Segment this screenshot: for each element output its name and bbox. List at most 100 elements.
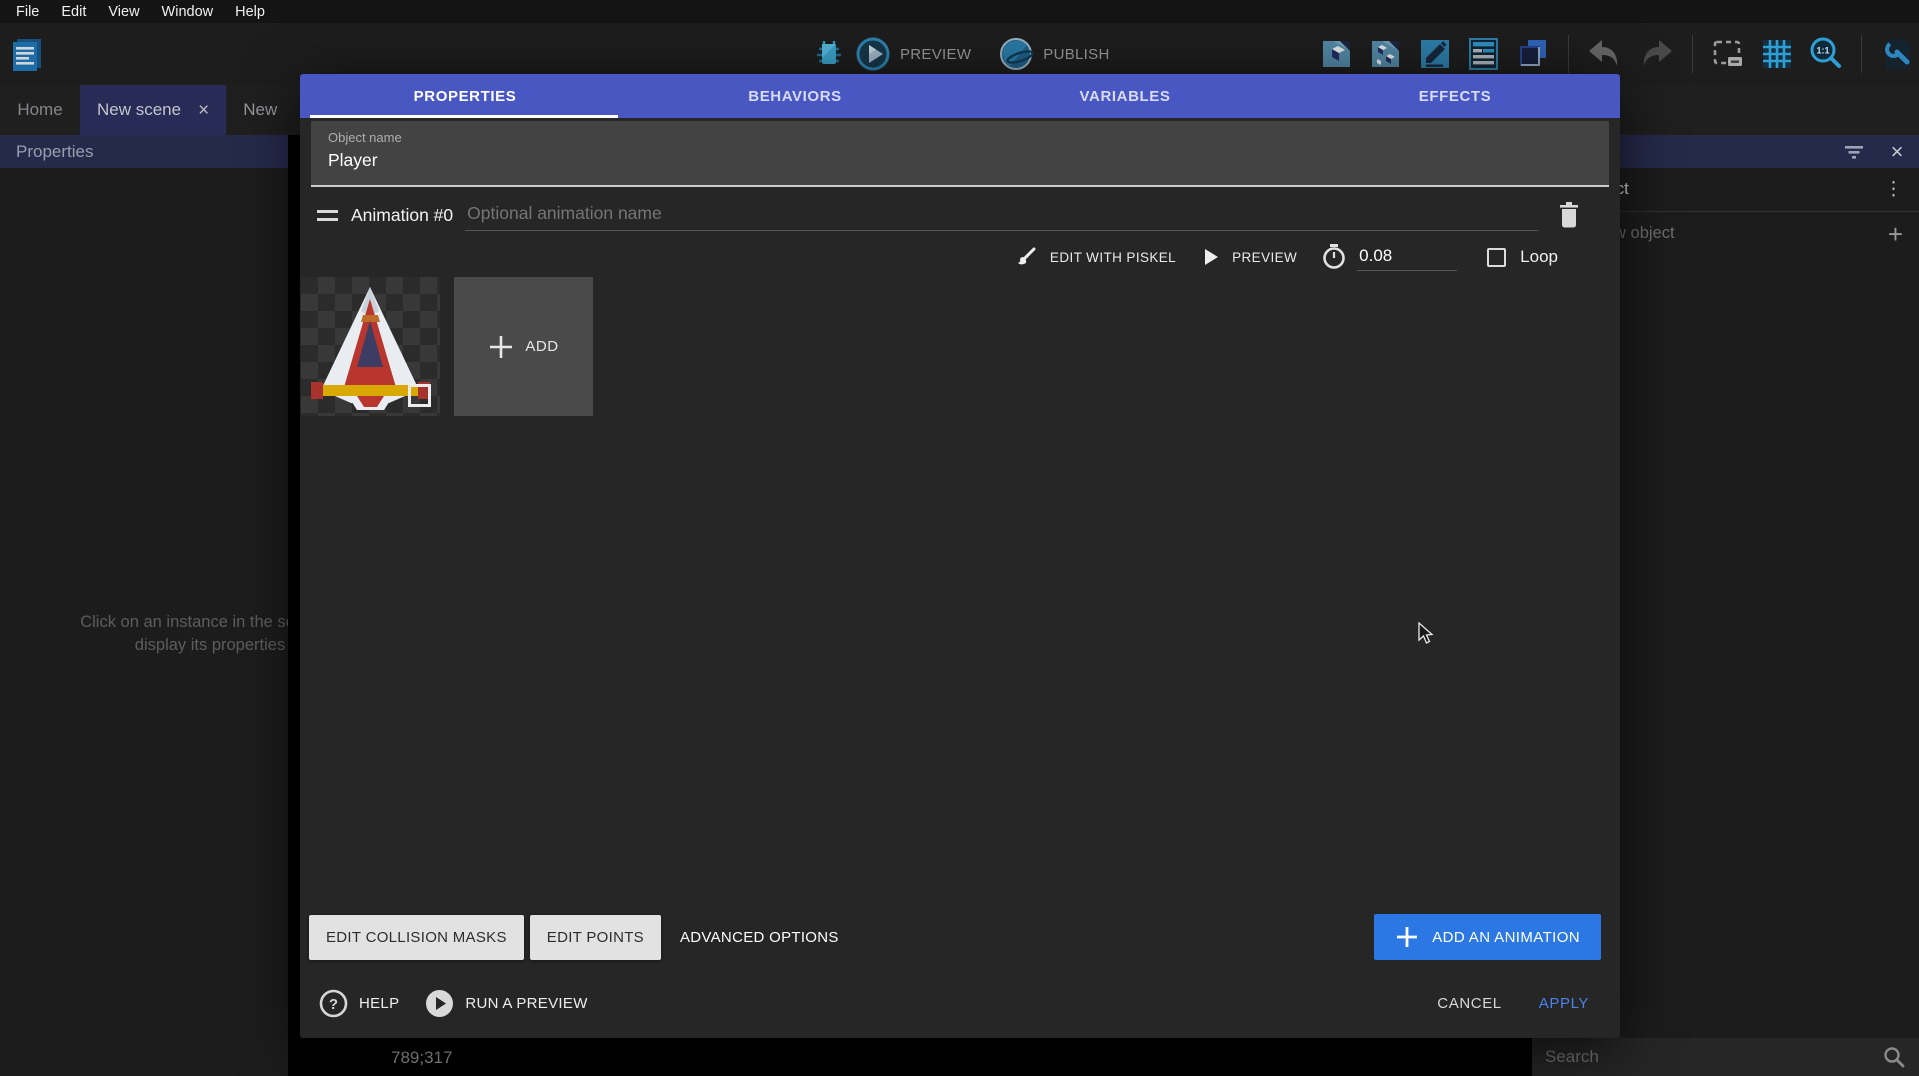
frame-select-checkbox[interactable] bbox=[408, 384, 431, 407]
brush-icon bbox=[1014, 245, 1038, 269]
tab-home-label: Home bbox=[17, 100, 62, 120]
properties-panel-title: Properties bbox=[16, 142, 93, 162]
svg-text:1:1: 1:1 bbox=[1816, 46, 1829, 56]
menu-window[interactable]: Window bbox=[151, 4, 225, 20]
menu-view[interactable]: View bbox=[97, 4, 150, 20]
edit-points-button[interactable]: EDIT POINTS bbox=[530, 915, 661, 960]
tab-partial-label: New bbox=[243, 100, 277, 120]
publish-button[interactable] bbox=[998, 36, 1034, 72]
dialog-actions-row: EDIT COLLISION MASKS EDIT POINTS ADVANCE… bbox=[300, 914, 1620, 960]
undo-button[interactable] bbox=[1586, 38, 1624, 70]
time-between-frames-input[interactable] bbox=[1357, 244, 1457, 271]
objects-search-bar bbox=[1532, 1038, 1919, 1076]
add-an-animation-button[interactable]: ADD AN ANIMATION bbox=[1374, 914, 1601, 960]
objects-panel-button[interactable] bbox=[1319, 36, 1355, 72]
zoom-original-button[interactable]: 1:1 bbox=[1808, 36, 1844, 72]
toolbar-separator bbox=[1692, 35, 1693, 73]
zoom-1-1-icon: 1:1 bbox=[1808, 36, 1844, 72]
help-button[interactable]: ? HELP bbox=[319, 989, 399, 1018]
app-window: File Edit View Window Help bbox=[0, 0, 1919, 1076]
wrench-icon bbox=[1879, 36, 1915, 72]
layers-icon bbox=[1515, 36, 1551, 72]
add-frame-label: ADD bbox=[525, 338, 558, 355]
loop-checkbox[interactable] bbox=[1487, 248, 1506, 267]
redo-icon bbox=[1637, 38, 1675, 70]
sprite-frame-thumbnail[interactable] bbox=[301, 277, 440, 416]
delete-animation-button[interactable] bbox=[1556, 200, 1582, 230]
scene-settings-button[interactable] bbox=[1879, 36, 1915, 72]
kebab-menu-icon[interactable]: ⋮ bbox=[1884, 178, 1903, 201]
tab-effects[interactable]: EFFECTS bbox=[1290, 74, 1620, 118]
events-sheet-button[interactable] bbox=[1466, 36, 1502, 72]
edit-with-piskel-button[interactable]: EDIT WITH PISKEL bbox=[1050, 250, 1176, 265]
tab-properties[interactable]: PROPERTIES bbox=[300, 74, 630, 118]
publish-label[interactable]: PUBLISH bbox=[1043, 46, 1109, 63]
run-a-preview-button[interactable]: RUN A PREVIEW bbox=[425, 989, 587, 1018]
dialog-footer: ? HELP RUN A PREVIEW CANCEL APPLY bbox=[300, 978, 1620, 1028]
grid-button[interactable] bbox=[1759, 36, 1795, 72]
search-icon[interactable] bbox=[1882, 1045, 1906, 1069]
properties-panel: Properties Click on an instance in the s… bbox=[0, 135, 288, 1076]
project-manager-button[interactable] bbox=[8, 35, 46, 73]
filter-icon[interactable] bbox=[1843, 143, 1865, 161]
add-frame-button[interactable]: ADD bbox=[454, 277, 593, 416]
loop-label: Loop bbox=[1520, 247, 1558, 267]
animation-name-input[interactable] bbox=[465, 199, 1538, 231]
object-name-field: Object name bbox=[311, 121, 1609, 187]
deselect-button[interactable] bbox=[1710, 36, 1746, 72]
preview-animation-button[interactable]: PREVIEW bbox=[1232, 250, 1297, 265]
preview-play-icon bbox=[855, 36, 891, 72]
search-input[interactable] bbox=[1545, 1047, 1882, 1067]
apply-button[interactable]: APPLY bbox=[1539, 995, 1589, 1012]
tab-new-scene-label: New scene bbox=[97, 100, 181, 120]
events-sheet-icon bbox=[1466, 36, 1502, 72]
help-icon: ? bbox=[319, 989, 348, 1018]
tab-partial[interactable]: New bbox=[226, 85, 277, 135]
preview-label[interactable]: PREVIEW bbox=[900, 46, 971, 63]
animation-header-row: Animation #0 bbox=[300, 193, 1620, 237]
redo-button[interactable] bbox=[1637, 38, 1675, 70]
close-icon[interactable]: × bbox=[198, 101, 209, 120]
debug-icon bbox=[812, 37, 846, 71]
drag-handle-icon[interactable] bbox=[317, 210, 338, 221]
menu-help[interactable]: Help bbox=[224, 4, 276, 20]
deselect-icon bbox=[1710, 36, 1746, 72]
plus-icon[interactable]: + bbox=[1888, 221, 1903, 247]
menu-bar: File Edit View Window Help bbox=[0, 0, 1919, 23]
undo-icon bbox=[1586, 38, 1624, 70]
menu-edit[interactable]: Edit bbox=[50, 4, 97, 20]
toolbar-separator bbox=[1861, 35, 1862, 73]
tab-variables[interactable]: VARIABLES bbox=[960, 74, 1290, 118]
cursor-coordinates: 789;317 bbox=[391, 1048, 452, 1068]
preview-button[interactable] bbox=[855, 36, 891, 72]
tab-behaviors[interactable]: BEHAVIORS bbox=[630, 74, 960, 118]
edit-scene-button[interactable] bbox=[1417, 36, 1453, 72]
object-name-label: Object name bbox=[328, 130, 1592, 145]
close-icon[interactable]: × bbox=[1891, 141, 1905, 163]
object-name-input[interactable] bbox=[328, 150, 1592, 171]
debugger-button[interactable] bbox=[812, 37, 846, 71]
animations-list: Animation #0 EDIT WITH bbox=[300, 193, 1620, 914]
animation-controls-row: EDIT WITH PISKEL PREVIEW Loop bbox=[300, 237, 1620, 277]
svg-text:?: ? bbox=[329, 996, 338, 1013]
tab-home[interactable]: Home bbox=[0, 85, 80, 135]
menu-file[interactable]: File bbox=[5, 4, 50, 20]
advanced-options-button[interactable]: ADVANCED OPTIONS bbox=[667, 929, 852, 946]
publish-globe-icon bbox=[998, 36, 1034, 72]
project-manager-icon bbox=[8, 35, 46, 73]
dialog-tabs: PROPERTIES BEHAVIORS VARIABLES EFFECTS bbox=[300, 74, 1620, 118]
instances-button[interactable] bbox=[1368, 36, 1404, 72]
layers-button[interactable] bbox=[1515, 36, 1551, 72]
plus-icon bbox=[1395, 925, 1419, 949]
toolbar-separator bbox=[1568, 35, 1569, 73]
grid-icon bbox=[1759, 36, 1795, 72]
objects-list-icon bbox=[1319, 36, 1355, 72]
cancel-button[interactable]: CANCEL bbox=[1437, 995, 1501, 1012]
animation-title: Animation #0 bbox=[351, 205, 453, 226]
object-editor-dialog: PROPERTIES BEHAVIORS VARIABLES EFFECTS O… bbox=[300, 74, 1620, 1038]
tab-new-scene[interactable]: New scene × bbox=[80, 85, 226, 135]
frames-row: ADD bbox=[300, 277, 1620, 416]
stopwatch-icon bbox=[1321, 243, 1347, 271]
edit-collision-masks-button[interactable]: EDIT COLLISION MASKS bbox=[309, 915, 524, 960]
trash-icon bbox=[1556, 200, 1582, 230]
